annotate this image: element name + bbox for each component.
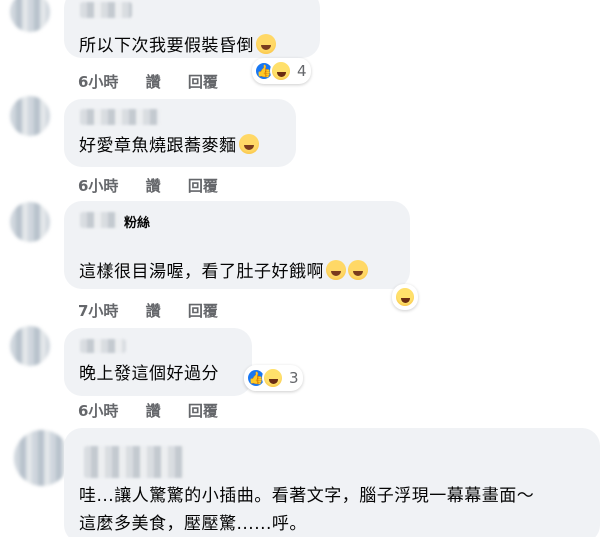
reply-action[interactable]: 回覆 — [188, 302, 218, 320]
yum-emoji-icon — [238, 134, 259, 154]
reaction-count: 3 — [289, 369, 299, 387]
avatar[interactable] — [10, 96, 50, 136]
reaction-summary[interactable]: 👍 3 — [244, 365, 303, 391]
comment-time[interactable]: 6小時 — [78, 73, 118, 91]
comment-time[interactable]: 7小時 — [78, 302, 118, 320]
haha-reaction-icon — [262, 367, 284, 389]
reaction-summary[interactable] — [392, 284, 418, 310]
reply-action[interactable]: 回覆 — [188, 73, 218, 91]
avatar[interactable] — [14, 430, 70, 486]
comment-meta: 6小時 讚 回覆 — [78, 71, 240, 92]
comment-text-line-2: 這麼多美食，壓壓驚......呼。 — [79, 514, 307, 534]
commenter-name[interactable] — [80, 2, 132, 18]
reaction-count: 4 — [297, 62, 307, 80]
comment-text: 所以下次我要假裝昏倒 — [79, 33, 276, 59]
like-action[interactable]: 讚 — [146, 302, 161, 320]
comment-text: 晚上發這個好過分 — [79, 364, 219, 384]
commenter-badge[interactable]: 粉絲 — [124, 212, 150, 231]
commenter-name[interactable] — [80, 339, 126, 353]
comment-text: 這樣很目湯喔，看了肚子好餓啊 — [79, 259, 368, 285]
like-action[interactable]: 讚 — [146, 73, 161, 91]
laugh-emoji-icon — [326, 260, 346, 280]
haha-reaction-icon — [394, 286, 416, 308]
comment-text: 好愛章魚燒跟蕎麥麵 — [79, 133, 259, 159]
reaction-summary[interactable]: 👍 4 — [252, 58, 311, 84]
rofl-emoji-icon — [256, 34, 276, 54]
commenter-name[interactable] — [80, 109, 160, 125]
commenter-name[interactable] — [84, 446, 184, 478]
comment-text-line-1: 哇...讓人驚驚的小插曲。看著文字，腦子浮現一幕幕畫面～ — [79, 486, 535, 506]
reply-action[interactable]: 回覆 — [188, 402, 218, 420]
avatar[interactable] — [10, 0, 50, 32]
commenter-name[interactable] — [80, 212, 120, 228]
haha-reaction-icon — [270, 60, 292, 82]
comment-meta: 6小時 讚 回覆 — [78, 400, 240, 421]
comment-time[interactable]: 6小時 — [78, 402, 118, 420]
reply-action[interactable]: 回覆 — [188, 177, 218, 195]
like-action[interactable]: 讚 — [146, 177, 161, 195]
avatar[interactable] — [10, 326, 50, 366]
comment-meta: 6小時 讚 回覆 — [78, 175, 240, 196]
comment-meta: 7小時 讚 回覆 — [78, 300, 240, 321]
avatar[interactable] — [10, 202, 50, 242]
like-action[interactable]: 讚 — [146, 402, 161, 420]
laugh-emoji-icon — [348, 260, 368, 280]
comment-time[interactable]: 6小時 — [78, 177, 118, 195]
